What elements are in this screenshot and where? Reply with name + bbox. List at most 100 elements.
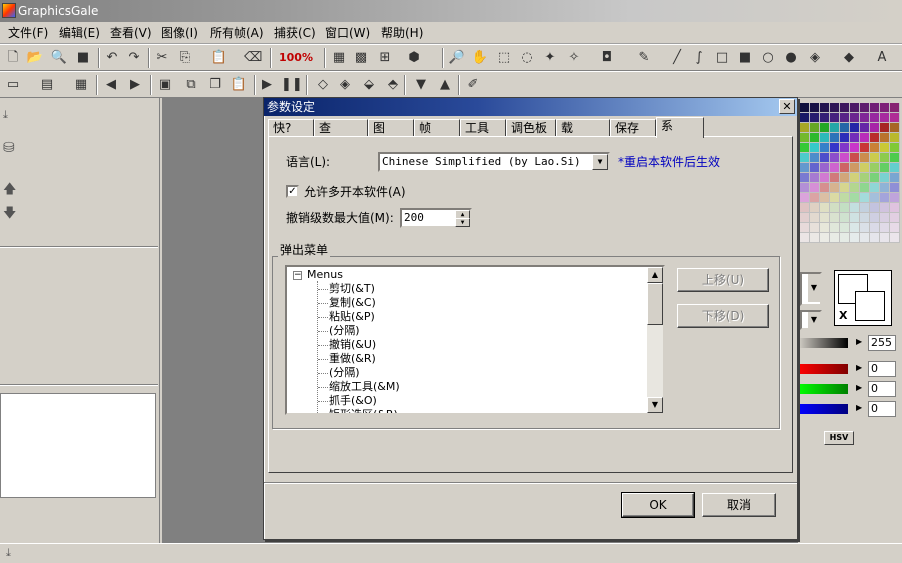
palette-swatch[interactable] <box>800 123 810 133</box>
palette-swatch[interactable] <box>870 123 880 133</box>
palette-swatch[interactable] <box>850 163 860 173</box>
hand-tool-icon[interactable]: ✋ <box>471 49 489 67</box>
palette-swatch[interactable] <box>830 113 840 123</box>
palette-swatch[interactable] <box>870 203 880 213</box>
palette-swatch[interactable] <box>840 223 850 233</box>
redo-icon[interactable]: ↷ <box>125 49 143 67</box>
palette-swatch[interactable] <box>810 223 820 233</box>
palette-swatch[interactable] <box>880 193 890 203</box>
tab-frame[interactable]: 帧 <box>414 119 460 137</box>
palette-swatch[interactable] <box>830 103 840 113</box>
palette-swatch[interactable] <box>860 133 870 143</box>
tab-system[interactable]: 系 <box>656 117 704 138</box>
palette-swatch[interactable] <box>880 103 890 113</box>
palette-swatch[interactable] <box>810 153 820 163</box>
tab-palette[interactable]: 调色板 <box>506 119 556 137</box>
palette-swatch[interactable] <box>840 143 850 153</box>
palette-swatch[interactable] <box>860 143 870 153</box>
palette-swatch[interactable] <box>850 113 860 123</box>
scroll-down-icon[interactable]: ▼ <box>647 397 663 413</box>
palette-swatch[interactable] <box>850 103 860 113</box>
blue-value[interactable]: 0 <box>868 401 896 417</box>
palette-swatch[interactable] <box>830 213 840 223</box>
palette-swatch[interactable] <box>800 233 810 243</box>
film-icon[interactable]: ▦ <box>72 76 90 94</box>
palette-swatch[interactable] <box>810 113 820 123</box>
move-down-button[interactable]: 下移(D) <box>677 304 769 328</box>
menu-tree[interactable]: − Menus 剪切(&T) 复制(&C) 粘贴(&P) (分隔) 撤销(&U) 重做(&… <box>285 265 665 415</box>
layer-properties-icon[interactable]: ✐ <box>464 76 482 94</box>
new-file-icon[interactable]: 🗋 <box>4 49 22 67</box>
red-value[interactable]: 0 <box>868 361 896 377</box>
palette-swatch[interactable] <box>840 203 850 213</box>
palette-swatch[interactable] <box>880 123 890 133</box>
palette-swatch[interactable] <box>860 123 870 133</box>
palette-swatch[interactable] <box>850 173 860 183</box>
palette-swatch[interactable] <box>820 163 830 173</box>
close-button[interactable]: ✕ <box>779 99 795 114</box>
stop-icon[interactable]: ■ <box>74 49 92 67</box>
down-arrow-icon[interactable]: 🡇 <box>3 204 16 226</box>
palette-swatch[interactable] <box>810 213 820 223</box>
palette-swatch[interactable] <box>820 133 830 143</box>
palette-swatch[interactable] <box>810 103 820 113</box>
palette-swatch[interactable] <box>830 203 840 213</box>
up-arrow-icon[interactable]: 🡅 <box>3 180 16 202</box>
palette-swatch[interactable] <box>880 143 890 153</box>
palette-swatch[interactable] <box>870 173 880 183</box>
palette-swatch[interactable] <box>820 143 830 153</box>
wand-options-icon[interactable]: ✧ <box>565 49 583 67</box>
copy-icon[interactable]: ⎘ <box>176 49 194 67</box>
palette-swatch[interactable] <box>840 103 850 113</box>
palette-swatch[interactable] <box>830 163 840 173</box>
cancel-button[interactable]: 取消 <box>702 493 776 517</box>
palette-swatch[interactable] <box>880 223 890 233</box>
palette-swatch[interactable] <box>880 133 890 143</box>
tab-tools[interactable]: 工具 <box>460 119 506 137</box>
palette-swatch[interactable] <box>880 173 890 183</box>
palette-swatch[interactable] <box>820 203 830 213</box>
palette-swatch[interactable] <box>890 173 900 183</box>
palette-swatch[interactable] <box>890 233 900 243</box>
palette-swatch[interactable] <box>890 143 900 153</box>
gray-slider[interactable] <box>798 338 848 348</box>
palette-swatch[interactable] <box>830 143 840 153</box>
text-tool-icon[interactable]: A <box>873 49 891 67</box>
palette-swatch[interactable] <box>810 133 820 143</box>
palette-swatch[interactable] <box>860 173 870 183</box>
palette-swatch[interactable] <box>880 233 890 243</box>
palette-swatch[interactable] <box>810 183 820 193</box>
palette-swatch[interactable] <box>880 113 890 123</box>
ok-button[interactable]: OK <box>621 492 695 518</box>
palette-swatch[interactable] <box>880 153 890 163</box>
cut-icon[interactable]: ✂ <box>153 49 171 67</box>
pixel-grid-icon[interactable]: ▩ <box>352 49 370 67</box>
palette-swatch[interactable] <box>850 153 860 163</box>
palette-swatch[interactable] <box>880 203 890 213</box>
palette-swatch[interactable] <box>860 113 870 123</box>
palette-swatch[interactable] <box>830 133 840 143</box>
pin-icon[interactable]: ⤓ <box>3 108 8 122</box>
layer-stack-icon[interactable]: ◈ <box>336 76 354 94</box>
layer-add-icon[interactable]: ⬘ <box>384 76 402 94</box>
palette-swatch[interactable] <box>810 203 820 213</box>
palette-swatch[interactable] <box>840 153 850 163</box>
palette-swatch[interactable] <box>800 133 810 143</box>
palette-swatch[interactable] <box>810 123 820 133</box>
palette-swatch[interactable] <box>810 173 820 183</box>
bucket-icon[interactable]: ◆ <box>840 49 858 67</box>
palette-swatch[interactable] <box>850 133 860 143</box>
menu-edit[interactable]: 编辑(E) <box>59 25 100 41</box>
green-value[interactable]: 0 <box>868 381 896 397</box>
palette-swatch[interactable] <box>800 163 810 173</box>
palette-swatch[interactable] <box>800 183 810 193</box>
palette-swatch[interactable] <box>800 103 810 113</box>
multi-instance-label[interactable]: 允许多开本软件(A) <box>304 184 406 200</box>
language-select[interactable]: Chinese Simplified (by Lao.Si) ▼ <box>378 152 610 172</box>
dialog-titlebar[interactable]: 参数设定 ✕ <box>264 98 797 116</box>
palette-swatch[interactable] <box>820 173 830 183</box>
line-icon[interactable]: ╱ <box>668 49 686 67</box>
palette-swatch[interactable] <box>820 153 830 163</box>
spin-down-icon[interactable]: ▼ <box>455 218 470 227</box>
palette-swatch[interactable] <box>830 193 840 203</box>
